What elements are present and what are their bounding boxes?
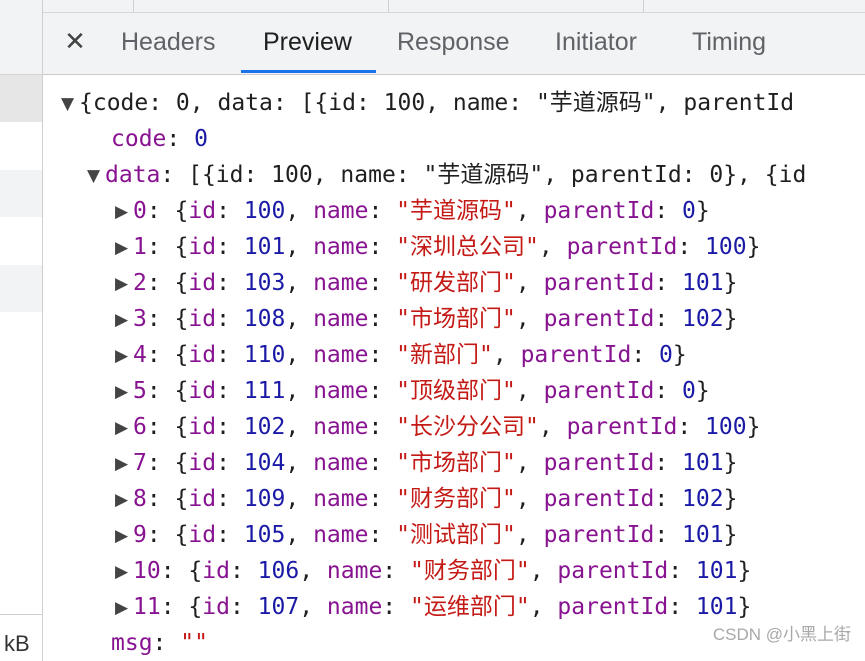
json-data-summary: [{id: 100, name: "芋道源码", parentId: 0}, {… bbox=[188, 162, 807, 188]
item-index: 5 bbox=[133, 378, 147, 404]
request-row-selected[interactable] bbox=[0, 75, 42, 122]
item-name: "芋道源码" bbox=[396, 198, 516, 224]
item-id: 103 bbox=[243, 270, 286, 296]
item-index: 10 bbox=[133, 558, 161, 584]
json-array-item[interactable]: ▶ 7: {id: 104, name: "市场部门", parentId: 10… bbox=[115, 445, 737, 481]
expand-right-icon[interactable]: ▶ bbox=[115, 194, 133, 230]
item-index: 4 bbox=[133, 342, 147, 368]
item-parent-id: 101 bbox=[682, 270, 724, 296]
request-row[interactable] bbox=[0, 170, 42, 217]
item-index: 6 bbox=[133, 414, 147, 440]
tab-timing[interactable]: Timing bbox=[692, 28, 766, 57]
expand-right-icon[interactable]: ▶ bbox=[115, 554, 133, 590]
expand-right-icon[interactable]: ▶ bbox=[115, 338, 133, 374]
item-parent-id: 101 bbox=[682, 450, 724, 476]
item-id: 109 bbox=[243, 486, 286, 512]
toolbar-sliver bbox=[43, 0, 865, 13]
request-list-panel: kB bbox=[0, 0, 43, 661]
item-id: 102 bbox=[243, 414, 286, 440]
item-name: "市场部门" bbox=[396, 306, 516, 332]
json-msg-row: msg: "" bbox=[111, 630, 208, 656]
tab-preview[interactable]: Preview bbox=[263, 28, 352, 57]
item-name: "顶级部门" bbox=[396, 378, 516, 404]
item-parent-id: 0 bbox=[659, 342, 673, 368]
expand-right-icon[interactable]: ▶ bbox=[115, 590, 133, 626]
expand-right-icon[interactable]: ▶ bbox=[115, 482, 133, 518]
item-name: "测试部门" bbox=[396, 522, 516, 548]
item-id: 100 bbox=[243, 198, 286, 224]
expand-right-icon[interactable]: ▶ bbox=[115, 302, 133, 338]
request-row[interactable] bbox=[0, 265, 42, 312]
json-code-row: code: 0 bbox=[111, 126, 208, 152]
json-array-item[interactable]: ▶ 1: {id: 101, name: "深圳总公司", parentId: 1… bbox=[115, 229, 760, 265]
json-root-row[interactable]: ▼ {code: 0, data: [{id: 100, name: "芋道源码"… bbox=[61, 85, 794, 121]
expand-right-icon[interactable]: ▶ bbox=[115, 518, 133, 554]
watermark: CSDN @小黑上街 bbox=[712, 625, 851, 644]
expand-right-icon[interactable]: ▶ bbox=[115, 230, 133, 266]
expand-down-icon[interactable]: ▼ bbox=[61, 86, 79, 122]
item-parent-id: 102 bbox=[682, 486, 724, 512]
item-name: "长沙分公司" bbox=[396, 414, 539, 440]
item-name: "新部门" bbox=[396, 342, 493, 368]
item-parent-id: 102 bbox=[682, 306, 724, 332]
json-array-item[interactable]: ▶ 4: {id: 110, name: "新部门", parentId: 0} bbox=[115, 337, 687, 373]
item-id: 105 bbox=[243, 522, 286, 548]
item-name: "深圳总公司" bbox=[396, 234, 539, 260]
item-name: "财务部门" bbox=[410, 558, 530, 584]
json-array-item[interactable]: ▶ 8: {id: 109, name: "财务部门", parentId: 10… bbox=[115, 481, 737, 517]
item-parent-id: 100 bbox=[705, 234, 747, 260]
item-index: 0 bbox=[133, 198, 147, 224]
item-id: 104 bbox=[243, 450, 286, 476]
item-id: 108 bbox=[243, 306, 286, 332]
item-parent-id: 0 bbox=[682, 378, 696, 404]
preview-panel: ▼ {code: 0, data: [{id: 100, name: "芋道源码"… bbox=[43, 75, 865, 661]
item-id: 111 bbox=[243, 378, 286, 404]
item-id: 110 bbox=[243, 342, 286, 368]
item-name: "财务部门" bbox=[396, 486, 516, 512]
item-id: 107 bbox=[257, 594, 300, 620]
item-index: 11 bbox=[133, 594, 161, 620]
item-parent-id: 0 bbox=[682, 198, 696, 224]
expand-right-icon[interactable]: ▶ bbox=[115, 446, 133, 482]
item-parent-id: 101 bbox=[682, 522, 724, 548]
item-index: 7 bbox=[133, 450, 147, 476]
json-array-item[interactable]: ▶ 9: {id: 105, name: "测试部门", parentId: 10… bbox=[115, 517, 737, 553]
item-id: 106 bbox=[257, 558, 300, 584]
expand-down-icon[interactable]: ▼ bbox=[87, 158, 105, 194]
json-array-item[interactable]: ▶ 6: {id: 102, name: "长沙分公司", parentId: 1… bbox=[115, 409, 760, 445]
item-index: 3 bbox=[133, 306, 147, 332]
close-icon[interactable]: ✕ bbox=[61, 27, 89, 57]
item-index: 1 bbox=[133, 234, 147, 260]
json-array-item[interactable]: ▶ 11: {id: 107, name: "运维部门", parentId: 1… bbox=[115, 589, 751, 625]
tab-initiator[interactable]: Initiator bbox=[555, 28, 637, 57]
request-list-header bbox=[0, 12, 42, 75]
expand-right-icon[interactable]: ▶ bbox=[115, 410, 133, 446]
json-root-summary: {code: 0, data: [{id: 100, name: "芋道源码",… bbox=[79, 90, 795, 116]
item-name: "研发部门" bbox=[396, 270, 516, 296]
expand-right-icon[interactable]: ▶ bbox=[115, 266, 133, 302]
request-list-footer: kB bbox=[0, 614, 42, 661]
expand-right-icon[interactable]: ▶ bbox=[115, 374, 133, 410]
item-name: "运维部门" bbox=[410, 594, 530, 620]
item-index: 9 bbox=[133, 522, 147, 548]
tab-headers[interactable]: Headers bbox=[121, 28, 216, 57]
active-tab-indicator bbox=[241, 70, 376, 73]
json-data-row[interactable]: ▼ data: [{id: 100, name: "芋道源码", parentId… bbox=[87, 157, 806, 193]
detail-tab-bar: ✕ Headers Preview Response Initiator Tim… bbox=[43, 13, 865, 75]
json-array-item[interactable]: ▶ 5: {id: 111, name: "顶级部门", parentId: 0} bbox=[115, 373, 710, 409]
item-index: 8 bbox=[133, 486, 147, 512]
item-parent-id: 101 bbox=[695, 558, 738, 584]
item-parent-id: 100 bbox=[705, 414, 747, 440]
json-array-item[interactable]: ▶ 10: {id: 106, name: "财务部门", parentId: 1… bbox=[115, 553, 751, 589]
item-id: 101 bbox=[243, 234, 286, 260]
json-array-item[interactable]: ▶ 0: {id: 100, name: "芋道源码", parentId: 0} bbox=[115, 193, 710, 229]
tab-response[interactable]: Response bbox=[397, 28, 510, 57]
transfer-size-unit: kB bbox=[4, 631, 30, 656]
item-name: "市场部门" bbox=[396, 450, 516, 476]
json-array-item[interactable]: ▶ 3: {id: 108, name: "市场部门", parentId: 10… bbox=[115, 301, 737, 337]
item-index: 2 bbox=[133, 270, 147, 296]
json-array-item[interactable]: ▶ 2: {id: 103, name: "研发部门", parentId: 10… bbox=[115, 265, 737, 301]
